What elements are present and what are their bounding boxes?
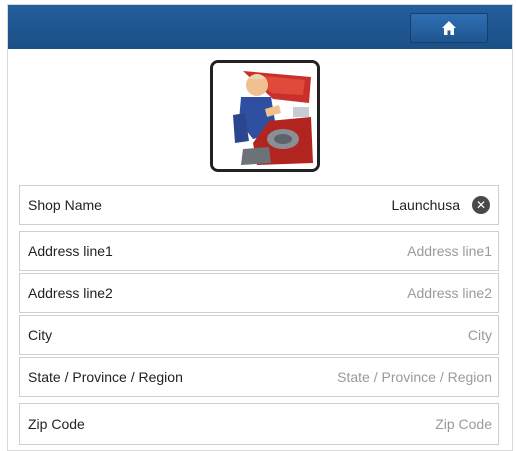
city-input[interactable] xyxy=(60,327,492,343)
city-row: City xyxy=(19,315,499,355)
shop-name-label: Shop Name xyxy=(28,197,102,213)
address-line1-row: Address line1 xyxy=(19,231,499,271)
top-bar xyxy=(8,5,512,49)
zip-code-row: Zip Code xyxy=(19,403,499,445)
home-icon xyxy=(442,21,456,35)
state-label: State / Province / Region xyxy=(28,369,183,385)
shop-form: Shop Name ✕ Address line1 Address line2 … xyxy=(19,185,499,447)
address-line1-input[interactable] xyxy=(120,243,492,259)
city-label: City xyxy=(28,327,53,343)
mechanic-illustration xyxy=(213,63,317,169)
shop-name-input[interactable] xyxy=(109,197,460,213)
shop-avatar[interactable] xyxy=(210,60,320,172)
clear-icon[interactable]: ✕ xyxy=(472,196,490,214)
home-button[interactable] xyxy=(410,13,488,43)
address-line2-input[interactable] xyxy=(120,285,492,301)
address-line2-label: Address line2 xyxy=(28,285,113,301)
address-line1-label: Address line1 xyxy=(28,243,113,259)
profile-screen: Shop Name ✕ Address line1 Address line2 … xyxy=(7,4,513,451)
shop-name-row: Shop Name ✕ xyxy=(19,185,499,225)
state-input[interactable] xyxy=(190,369,492,385)
zip-code-input[interactable] xyxy=(92,416,492,432)
zip-code-label: Zip Code xyxy=(28,416,85,432)
address-line2-row: Address line2 xyxy=(19,273,499,313)
state-row: State / Province / Region xyxy=(19,357,499,397)
